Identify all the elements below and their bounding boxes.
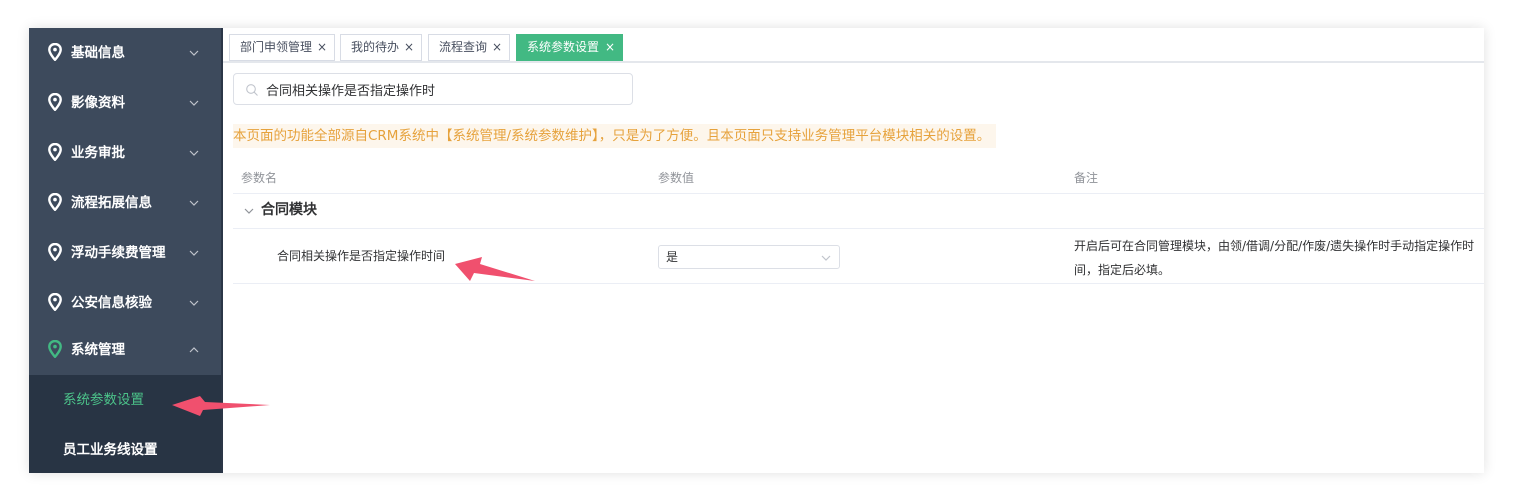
location-pin-icon [48,293,62,311]
chevron-down-icon [189,50,199,56]
app-window: 基础信息 影像资料 业务审批 流程拓展信息 浮动手续费管理 公安信息核验 系统管… [29,28,1484,473]
chevron-down-icon [189,200,199,206]
tab-my-todo[interactable]: 我的待办 × [340,34,422,61]
tab-system-params[interactable]: 系统参数设置 × [516,34,623,61]
sidebar-item-label: 基础信息 [71,45,125,61]
sidebar-item-police-verification[interactable]: 公安信息核验 [29,278,221,328]
sidebar-item-image-data[interactable]: 影像资料 [29,78,221,128]
column-header-param-value: 参数值 [658,171,695,185]
group-label: 合同模块 [261,202,317,218]
close-icon[interactable]: × [404,35,414,60]
sidebar-item-basic-info[interactable]: 基础信息 [29,28,221,78]
close-icon[interactable]: × [317,35,327,60]
submenu-item-label: 系统参数设置 [63,392,144,408]
close-icon[interactable]: × [492,35,502,60]
system-management-submenu: 系统参数设置 员工业务线设置 [29,375,221,473]
search-box [233,73,633,105]
sidebar-item-system-management[interactable]: 系统管理 [29,325,221,375]
remark-line: 开启后可在合同管理模块，由领/借调/分配/作废/遗失操作时手动指定操作时 [1074,239,1475,253]
sidebar-item-floating-fee[interactable]: 浮动手续费管理 [29,228,221,278]
sidebar-item-business-approval[interactable]: 业务审批 [29,128,221,178]
search-icon [246,84,258,96]
param-remark: 开启后可在合同管理模块，由领/借调/分配/作废/遗失操作时手动指定操作时 间，指… [1074,234,1484,282]
sidebar-item-label: 浮动手续费管理 [71,245,166,261]
submenu-item-system-params[interactable]: 系统参数设置 [29,375,221,425]
tab-label: 我的待办 [351,40,400,54]
notice-text: 本页面的功能全部源自CRM系统中【系统管理/系统参数维护】，只是为了方便。且本页… [233,124,997,148]
submenu-item-employee-business-line[interactable]: 员工业务线设置 [29,425,221,473]
sidebar-item-label: 公安信息核验 [71,295,152,311]
sidebar-item-label: 业务审批 [71,145,125,161]
column-header-param-name: 参数名 [241,171,278,185]
main-content: 部门申领管理 × 我的待办 × 流程查询 × 系统参数设置 × 本页面的功能全部… [223,28,1484,473]
submenu-item-label: 员工业务线设置 [63,442,158,458]
remark-line: 间，指定后必填。 [1074,263,1171,277]
sidebar-item-process-extension[interactable]: 流程拓展信息 [29,178,221,228]
sidebar-item-label: 影像资料 [71,95,125,111]
table-header-row: 参数名 参数值 备注 [233,166,1484,194]
tab-process-query[interactable]: 流程查询 × [428,34,510,61]
table-row: 合同相关操作是否指定操作时间 是 开启后可在合同管理模块，由领/借调/分配/作废… [233,229,1484,284]
sidebar: 基础信息 影像资料 业务审批 流程拓展信息 浮动手续费管理 公安信息核验 系统管… [29,28,221,473]
tab-label: 系统参数设置 [527,40,600,54]
chevron-down-icon [189,250,199,256]
location-pin-icon [48,93,62,111]
tabs-bar: 部门申领管理 × 我的待办 × 流程查询 × 系统参数设置 × [223,28,1484,63]
chevron-down-icon[interactable] [243,205,255,217]
location-pin-icon [48,340,62,358]
search-input[interactable] [266,74,626,104]
param-name: 合同相关操作是否指定操作时间 [277,249,446,263]
close-icon[interactable]: × [605,35,615,60]
column-header-remark: 备注 [1074,171,1099,185]
tab-label: 流程查询 [439,40,488,54]
chevron-down-icon [189,300,199,306]
chevron-down-icon [821,255,831,261]
location-pin-icon [48,143,62,161]
chevron-up-icon [189,347,199,353]
sidebar-item-label: 流程拓展信息 [71,195,152,211]
location-pin-icon [48,193,62,211]
tab-department-claim[interactable]: 部门申领管理 × [229,34,335,61]
select-value: 是 [666,250,679,264]
chevron-down-icon [189,100,199,106]
sidebar-item-label: 系统管理 [71,342,125,358]
tab-label: 部门申领管理 [240,40,313,54]
location-pin-icon [48,43,62,61]
table-group-row[interactable]: 合同模块 [233,194,1484,229]
param-value-select[interactable]: 是 [658,245,840,269]
chevron-down-icon [189,150,199,156]
location-pin-icon [48,243,62,261]
